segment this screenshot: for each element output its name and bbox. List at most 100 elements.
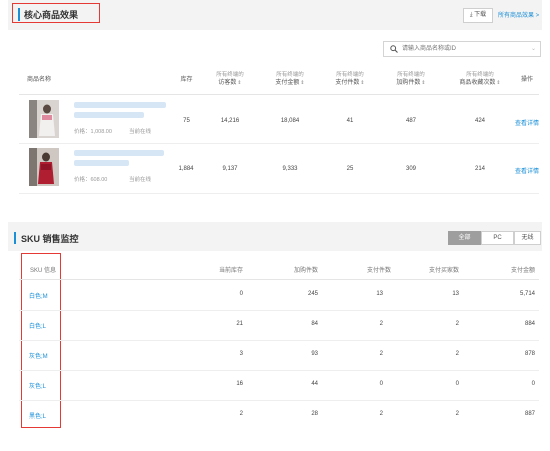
sort-icon[interactable]: ⇕ bbox=[421, 80, 425, 86]
col-current-stock: 当前库存 bbox=[218, 268, 243, 274]
cell-pay-buyers: 13 bbox=[452, 291, 459, 297]
sort-icon[interactable]: ⇕ bbox=[237, 80, 241, 86]
col-pay-qty[interactable]: 所有终端的 支付件数⇕ bbox=[324, 68, 376, 95]
cell-pay-qty: 2 bbox=[379, 321, 383, 327]
cell-cart-qty: 245 bbox=[307, 291, 318, 297]
view-details-link[interactable]: 查看详情 bbox=[514, 166, 540, 175]
col-product-name: 商品名称 bbox=[27, 77, 52, 83]
cell-pay-qty: 0 bbox=[379, 381, 383, 387]
sku-monitor-section: SKU 销售监控 全部 PC 无线 SKU 信息 当前库存 加购件数 支付件数 … bbox=[8, 222, 542, 447]
cell-pay-qty: 13 bbox=[376, 291, 383, 297]
cell-cart-qty: 44 bbox=[311, 381, 318, 387]
cell-current-stock: 3 bbox=[239, 351, 243, 357]
product-name-blurred[interactable] bbox=[74, 112, 144, 118]
product-image bbox=[29, 100, 59, 138]
cell-current-stock: 2 bbox=[239, 411, 243, 417]
col-pay-qty: 支付件数 bbox=[366, 268, 391, 274]
sort-icon[interactable]: ⇕ bbox=[360, 80, 364, 86]
download-icon: ⤓ bbox=[469, 12, 473, 18]
sort-icon[interactable]: ⇕ bbox=[496, 80, 500, 86]
col-pay-amount[interactable]: 所有终端的 支付金额⇕ bbox=[264, 68, 316, 95]
section-accent-bar bbox=[18, 8, 20, 21]
col-pay-amount: 支付金额 bbox=[510, 268, 535, 274]
cell-pay-amount: 18,084 bbox=[280, 118, 300, 124]
cell-current-stock: 16 bbox=[236, 381, 243, 387]
cell-pay-amount: 9,333 bbox=[282, 166, 298, 172]
section-accent-bar bbox=[14, 232, 16, 244]
table-row: 灰色;M 3 93 2 2 878 bbox=[19, 341, 539, 371]
segment-wireless[interactable]: 无线 bbox=[514, 231, 541, 245]
sku-name-link[interactable]: 灰色;M bbox=[29, 351, 48, 360]
product-thumbnail[interactable] bbox=[29, 148, 59, 186]
sku-name-link[interactable]: 白色;M bbox=[29, 291, 48, 300]
cell-pay-qty: 25 bbox=[346, 166, 354, 172]
table-row: 价格：1,008.00 当前在线 75 14,216 18,084 41 487… bbox=[19, 96, 539, 144]
cell-pay-amount: 5,714 bbox=[519, 291, 535, 297]
product-image bbox=[29, 148, 59, 186]
col-pay-buyers: 支付买家数 bbox=[428, 268, 459, 274]
cell-pay-buyers: 2 bbox=[455, 321, 459, 327]
cell-favorites: 424 bbox=[474, 118, 485, 124]
cell-stock: 75 bbox=[183, 118, 190, 124]
core-products-title: 核心商品效果 bbox=[24, 10, 79, 20]
segment-pc[interactable]: PC bbox=[481, 231, 514, 245]
product-price: 价格：608.00 bbox=[74, 177, 108, 183]
product-price: 价格：1,008.00 bbox=[74, 129, 112, 135]
cell-favorites: 214 bbox=[474, 166, 485, 172]
cell-pay-qty: 41 bbox=[346, 118, 354, 124]
core-products-section: 核心商品效果 ⤓ 下载 所有商品效果 > ⌄ 商品名称 库存 所有终端的访客数⇕… bbox=[8, 0, 542, 196]
cell-cart-qty: 84 bbox=[311, 321, 318, 327]
table-row: 灰色;L 16 44 0 0 0 bbox=[19, 371, 539, 401]
product-thumbnail[interactable] bbox=[29, 100, 59, 138]
col-stock: 库存 bbox=[180, 77, 193, 83]
segment-all[interactable]: 全部 bbox=[448, 231, 481, 245]
sku-name-link[interactable]: 灰色;L bbox=[29, 381, 46, 390]
product-name-blurred[interactable] bbox=[74, 102, 166, 108]
view-details-link[interactable]: 查看详情 bbox=[514, 118, 540, 127]
download-button[interactable]: ⤓ 下载 bbox=[463, 8, 493, 23]
sku-name-link[interactable]: 白色;L bbox=[29, 321, 46, 330]
product-name-blurred[interactable] bbox=[74, 160, 129, 166]
col-visitors[interactable]: 所有终端的 访客数⇕ bbox=[204, 68, 256, 95]
cell-pay-qty: 2 bbox=[379, 351, 383, 357]
col-cart-qty: 加购件数 bbox=[293, 268, 318, 274]
col-cart-qty[interactable]: 所有终端的 加购件数⇕ bbox=[385, 68, 437, 95]
search-input[interactable] bbox=[402, 43, 527, 55]
cell-visitors: 14,216 bbox=[220, 118, 240, 124]
col-sku-info: SKU 信息 bbox=[30, 268, 57, 274]
table-row: 价格：608.00 当前在线 1,884 9,137 9,333 25 309 … bbox=[19, 144, 539, 194]
sku-monitor-title: SKU 销售监控 bbox=[21, 234, 79, 244]
cell-cart-qty: 309 bbox=[405, 166, 416, 172]
product-name-blurred[interactable] bbox=[74, 150, 164, 156]
sku-table-header: SKU 信息 当前库存 加购件数 支付件数 支付买家数 支付金额 bbox=[19, 256, 539, 280]
cell-cart-qty: 93 bbox=[311, 351, 318, 357]
cell-pay-buyers: 0 bbox=[455, 381, 459, 387]
cell-visitors: 9,137 bbox=[222, 166, 238, 172]
cell-pay-amount: 884 bbox=[524, 321, 535, 327]
cell-pay-qty: 2 bbox=[379, 411, 383, 417]
table-row: 黑色;L 2 28 2 2 887 bbox=[19, 401, 539, 431]
cell-pay-amount: 878 bbox=[524, 351, 535, 357]
cell-pay-amount: 887 bbox=[524, 411, 535, 417]
product-status: 当前在线 bbox=[129, 129, 152, 135]
chevron-down-icon[interactable]: ⌄ bbox=[531, 45, 536, 52]
cell-cart-qty: 28 bbox=[311, 411, 318, 417]
core-table-header: 商品名称 库存 所有终端的 访客数⇕ 所有终端的 支付金额⇕ 所有终端的 支付件数⇕ … bbox=[19, 68, 539, 95]
cell-current-stock: 0 bbox=[239, 291, 243, 297]
table-row: 白色;M 0 245 13 13 5,714 bbox=[19, 281, 539, 311]
cell-pay-buyers: 2 bbox=[455, 351, 459, 357]
table-row: 白色;L 21 84 2 2 884 bbox=[19, 311, 539, 341]
all-products-link[interactable]: 所有商品效果 > bbox=[498, 10, 539, 19]
sku-name-link[interactable]: 黑色;L bbox=[29, 411, 46, 420]
col-favorites[interactable]: 所有终端的 商品收藏次数⇕ bbox=[450, 68, 510, 95]
cell-cart-qty: 487 bbox=[405, 118, 416, 124]
col-action: 操作 bbox=[520, 77, 533, 83]
cell-current-stock: 21 bbox=[236, 321, 243, 327]
product-search[interactable]: ⌄ bbox=[383, 41, 541, 57]
product-status: 当前在线 bbox=[129, 177, 152, 183]
sort-icon[interactable]: ⇕ bbox=[300, 80, 304, 86]
sku-monitor-header: SKU 销售监控 全部 PC 无线 bbox=[8, 222, 542, 251]
cell-pay-buyers: 2 bbox=[455, 411, 459, 417]
cell-stock: 1,884 bbox=[178, 166, 194, 172]
download-label: 下载 bbox=[474, 12, 487, 18]
